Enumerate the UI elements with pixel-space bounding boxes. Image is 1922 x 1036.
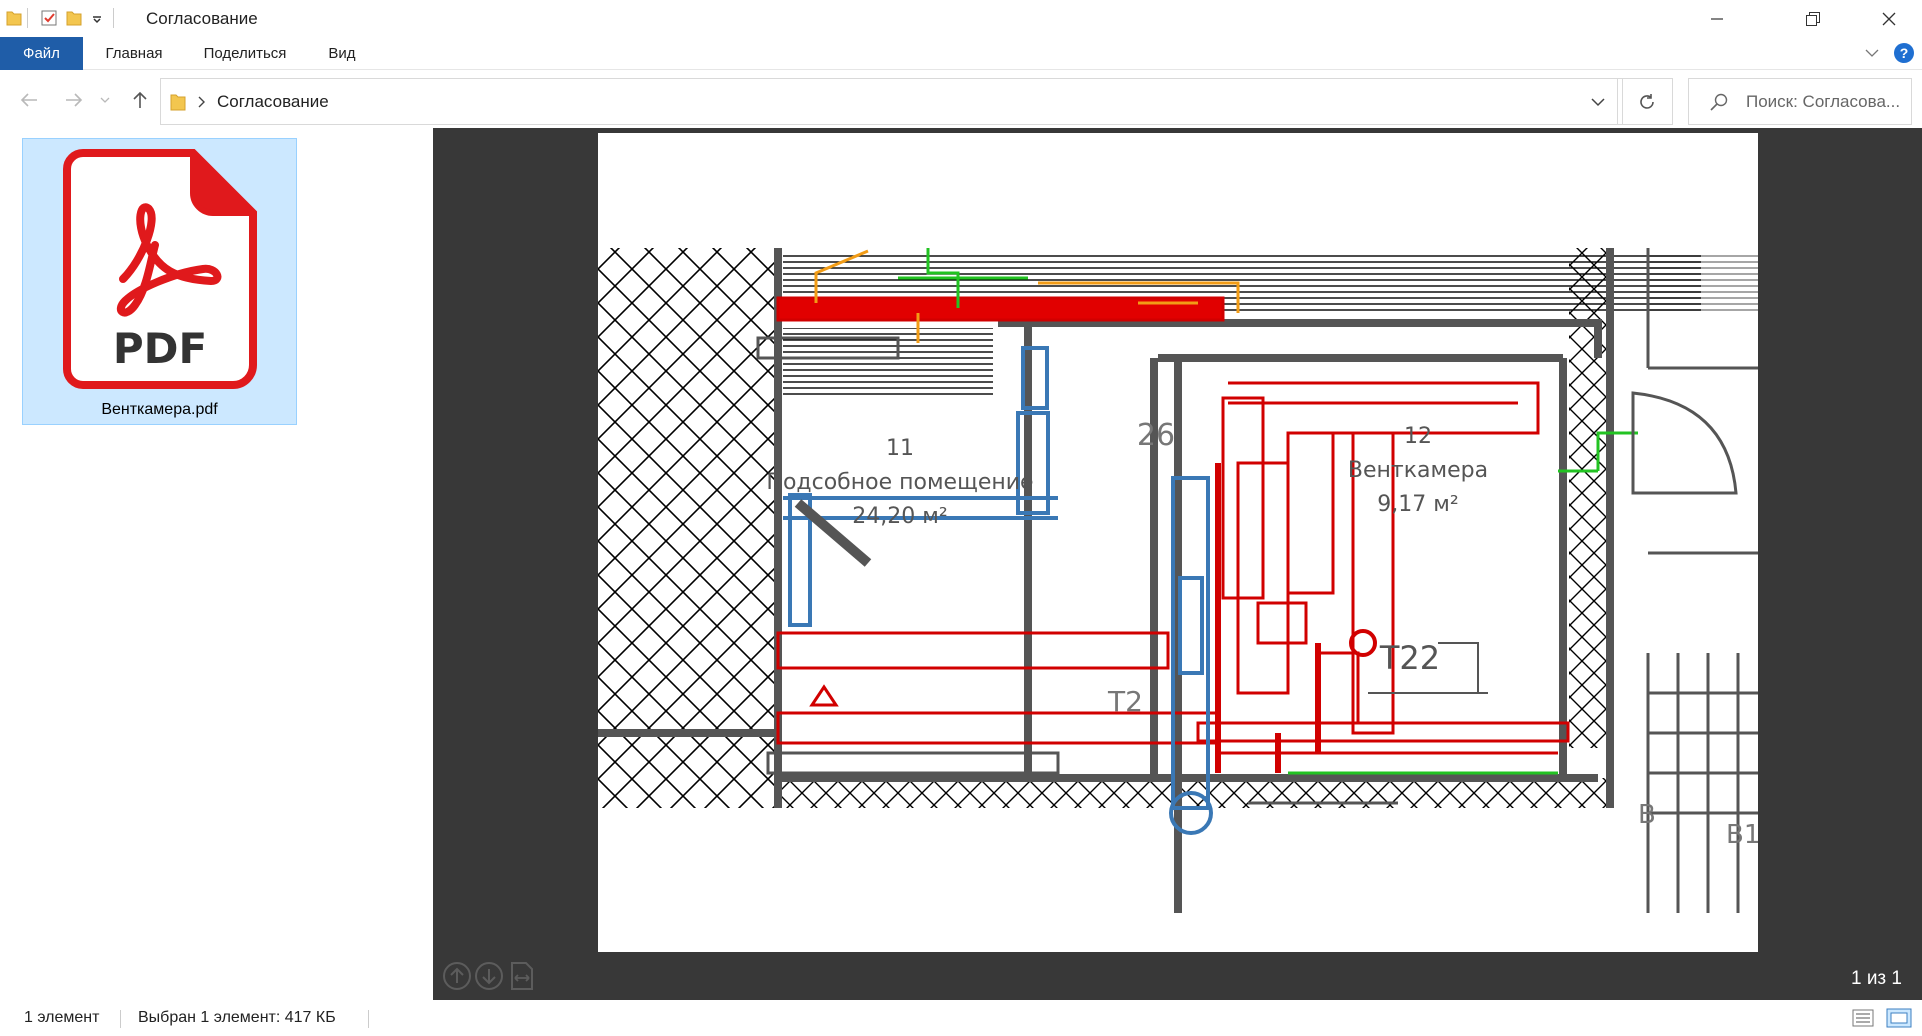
folder-icon — [170, 94, 186, 111]
up-arrow-icon — [133, 91, 147, 108]
window-title: Согласование — [146, 9, 258, 28]
minimize-icon — [1711, 17, 1723, 20]
room-12-name: Венткамера — [1348, 458, 1488, 483]
search-input[interactable]: Поиск: Согласова... — [1688, 78, 1912, 125]
file-explorer-window: Согласование Файл Главная Поделиться Вид… — [0, 0, 1922, 1036]
help-icon[interactable]: ? — [1893, 42, 1915, 64]
tag-v: В — [1638, 800, 1656, 830]
page-indicator: 1 из 1 — [1850, 968, 1902, 989]
svg-text:?: ? — [1900, 45, 1909, 61]
pdf-icon-text: PDF — [113, 324, 207, 373]
refresh-icon — [1640, 94, 1654, 109]
forward-button[interactable] — [62, 88, 86, 112]
tag-t22: Т22 — [1379, 639, 1440, 677]
large-icons-view-icon[interactable] — [1886, 1008, 1912, 1028]
address-bar[interactable]: Согласование — [160, 78, 1623, 125]
back-arrow-icon — [20, 93, 37, 107]
details-view-icon[interactable] — [1852, 1008, 1874, 1028]
floor-plan-drawing: 11 Подсобное помещение 24,20 м² 12 Вентк… — [598, 248, 1758, 913]
title-bar: Согласование — [0, 0, 1922, 37]
tag-v1: В1 — [1726, 820, 1758, 850]
status-divider — [120, 1010, 121, 1028]
search-placeholder: Поиск: Согласова... — [1746, 92, 1901, 111]
file-name: Венткамера.pdf — [101, 401, 218, 418]
tab-view[interactable]: Вид — [314, 37, 370, 70]
room-11-area: 24,20 м² — [852, 504, 947, 529]
back-button[interactable] — [17, 88, 41, 112]
file-item[interactable]: PDF Венткамера.pdf — [22, 138, 297, 425]
pdf-file-icon: PDF — [63, 149, 257, 389]
previous-page-icon[interactable] — [441, 960, 473, 992]
next-page-icon[interactable] — [473, 960, 505, 992]
properties-icon[interactable] — [40, 9, 58, 27]
pdf-page[interactable]: 11 Подсобное помещение 24,20 м² 12 Вентк… — [598, 133, 1758, 952]
restore-icon — [1806, 11, 1820, 26]
up-button[interactable] — [128, 88, 152, 112]
breadcrumb-current-folder[interactable]: Согласование — [217, 92, 329, 112]
item-count: 1 элемент — [24, 1009, 100, 1026]
forward-arrow-icon — [66, 93, 83, 107]
address-history-dropdown-icon[interactable] — [1591, 97, 1605, 107]
selection-info: Выбран 1 элемент: 417 КБ — [138, 1009, 336, 1026]
tab-file[interactable]: Файл — [0, 37, 83, 70]
preview-pane: 11 Подсобное помещение 24,20 м² 12 Вентк… — [433, 128, 1922, 1000]
close-button[interactable] — [1856, 0, 1922, 37]
tab-home[interactable]: Главная — [92, 37, 176, 70]
file-list-pane[interactable]: PDF Венткамера.pdf — [0, 128, 433, 1000]
chevron-down-icon — [100, 97, 110, 103]
close-icon — [1882, 12, 1896, 25]
new-folder-icon[interactable] — [66, 9, 82, 27]
room-11-number: 11 — [886, 436, 914, 461]
breadcrumb-chevron-icon[interactable] — [196, 96, 206, 108]
refresh-button[interactable] — [1623, 78, 1673, 125]
ribbon-tabs: Файл Главная Поделиться Вид ? — [0, 37, 1922, 70]
folder-icon — [6, 11, 22, 26]
room-12-number: 12 — [1404, 424, 1432, 449]
status-bar: 1 элемент Выбран 1 элемент: 417 КБ — [0, 1000, 1922, 1036]
tab-share[interactable]: Поделиться — [190, 37, 300, 70]
room-11-name: Подсобное помещение — [766, 470, 1033, 495]
quick-access-dropdown-icon[interactable] — [90, 9, 104, 27]
room-12-area: 9,17 м² — [1377, 492, 1458, 517]
status-divider — [368, 1010, 369, 1028]
recent-locations-button[interactable] — [98, 88, 112, 112]
tag-26: 26 — [1137, 418, 1175, 453]
tag-t2: Т2 — [1107, 685, 1143, 718]
search-icon — [1710, 93, 1728, 111]
restore-button[interactable] — [1784, 0, 1842, 37]
fit-width-icon[interactable] — [506, 960, 538, 992]
minimize-button[interactable] — [1688, 0, 1746, 37]
navigation-bar: Согласование Поиск: Согласова... — [0, 71, 1922, 128]
expand-ribbon-icon[interactable] — [1864, 46, 1880, 60]
